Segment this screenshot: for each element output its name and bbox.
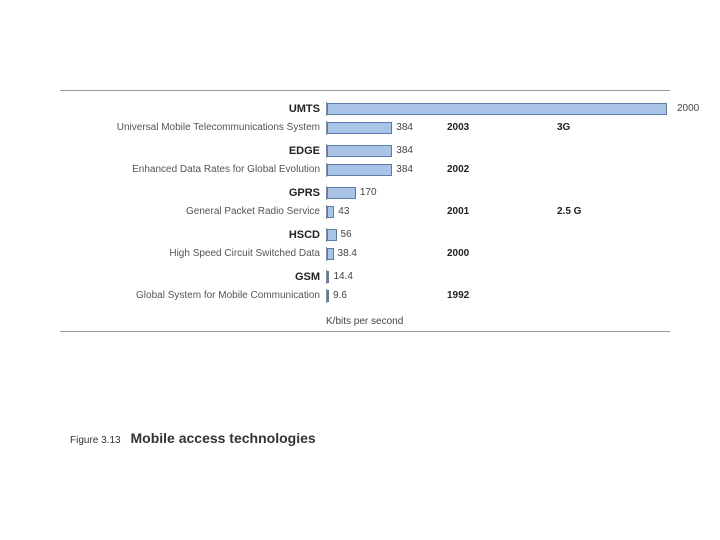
chart-row: GPRS 170 [60, 183, 670, 202]
chart-row: High Speed Circuit Switched Data 38.4 2000 [60, 244, 670, 263]
bar [327, 290, 329, 302]
figure-number: Figure 3.13 [70, 435, 121, 446]
tech-full-label: Enhanced Data Rates for Global Evolution [60, 164, 326, 175]
bar-value-label: 170 [360, 187, 377, 198]
year-label: 2002 [447, 164, 469, 175]
bar [327, 206, 334, 218]
chart-row: UMTS2000 [60, 99, 670, 118]
year-label: 1992 [447, 290, 469, 301]
generation-label: 3G [557, 122, 570, 133]
bar-value-label: 384 [396, 122, 413, 133]
bar [327, 122, 392, 134]
chart-row: Universal Mobile Telecommunications Syst… [60, 118, 670, 137]
bar-cell: 170 [326, 186, 670, 200]
bar [327, 187, 356, 199]
year-label: 2003 [447, 122, 469, 133]
bar-value-label: 43 [338, 206, 349, 217]
bar-value-label: 384 [396, 145, 413, 156]
figure-title: Mobile access technologies [130, 430, 315, 446]
bar [327, 271, 329, 283]
tech-abbr-label: EDGE [60, 145, 326, 157]
bar-cell: 384 2003 3G [326, 121, 670, 135]
tech-full-label: General Packet Radio Service [60, 206, 326, 217]
bar-cell: 56 [326, 228, 670, 242]
bar-value-label: 384 [396, 164, 413, 175]
tech-abbr-label: GSM [60, 271, 326, 283]
generation-label: 2.5 G [557, 206, 581, 217]
chart-row: EDGE 384 [60, 141, 670, 160]
bar-value-label: 9.6 [333, 290, 347, 301]
chart-row: Global System for Mobile Communication9.… [60, 286, 670, 305]
tech-abbr-label: UMTS [60, 103, 326, 115]
chart-row: General Packet Radio Service 43 2001 2.5 G [60, 202, 670, 221]
x-axis-label: K/bits per second [326, 316, 403, 327]
bar-cell: 2000 [326, 102, 670, 116]
bar-value-label: 2000 [677, 103, 699, 114]
bar [327, 229, 337, 241]
tech-abbr-label: GPRS [60, 187, 326, 199]
bar [327, 145, 392, 157]
chart-row: Enhanced Data Rates for Global Evolution… [60, 160, 670, 179]
tech-full-label: High Speed Circuit Switched Data [60, 248, 326, 259]
bar-cell: 38.4 2000 [326, 247, 670, 261]
bar [327, 103, 667, 115]
bar-cell: 43 2001 2.5 G [326, 205, 670, 219]
bar-cell: 384 [326, 144, 670, 158]
bar-cell: 384 2002 [326, 163, 670, 177]
bar-cell: 9.6 1992 [326, 289, 670, 303]
bar-cell: 14.4 [326, 270, 670, 284]
figure-caption: Figure 3.13 Mobile access technologies [70, 430, 316, 446]
bar-value-label: 38.4 [338, 248, 357, 259]
tech-full-label: Universal Mobile Telecommunications Syst… [60, 122, 326, 133]
year-label: 2000 [447, 248, 469, 259]
bar-value-label: 14.4 [333, 271, 352, 282]
chart-area: UMTS2000Universal Mobile Telecommunicati… [60, 90, 670, 332]
chart-row: GSM 14.4 [60, 267, 670, 286]
tech-full-label: Global System for Mobile Communication [60, 290, 326, 301]
bar-value-label: 56 [341, 229, 352, 240]
bar [327, 248, 334, 260]
year-label: 2001 [447, 206, 469, 217]
bar [327, 164, 392, 176]
tech-abbr-label: HSCD [60, 229, 326, 241]
chart-row: HSCD 56 [60, 225, 670, 244]
